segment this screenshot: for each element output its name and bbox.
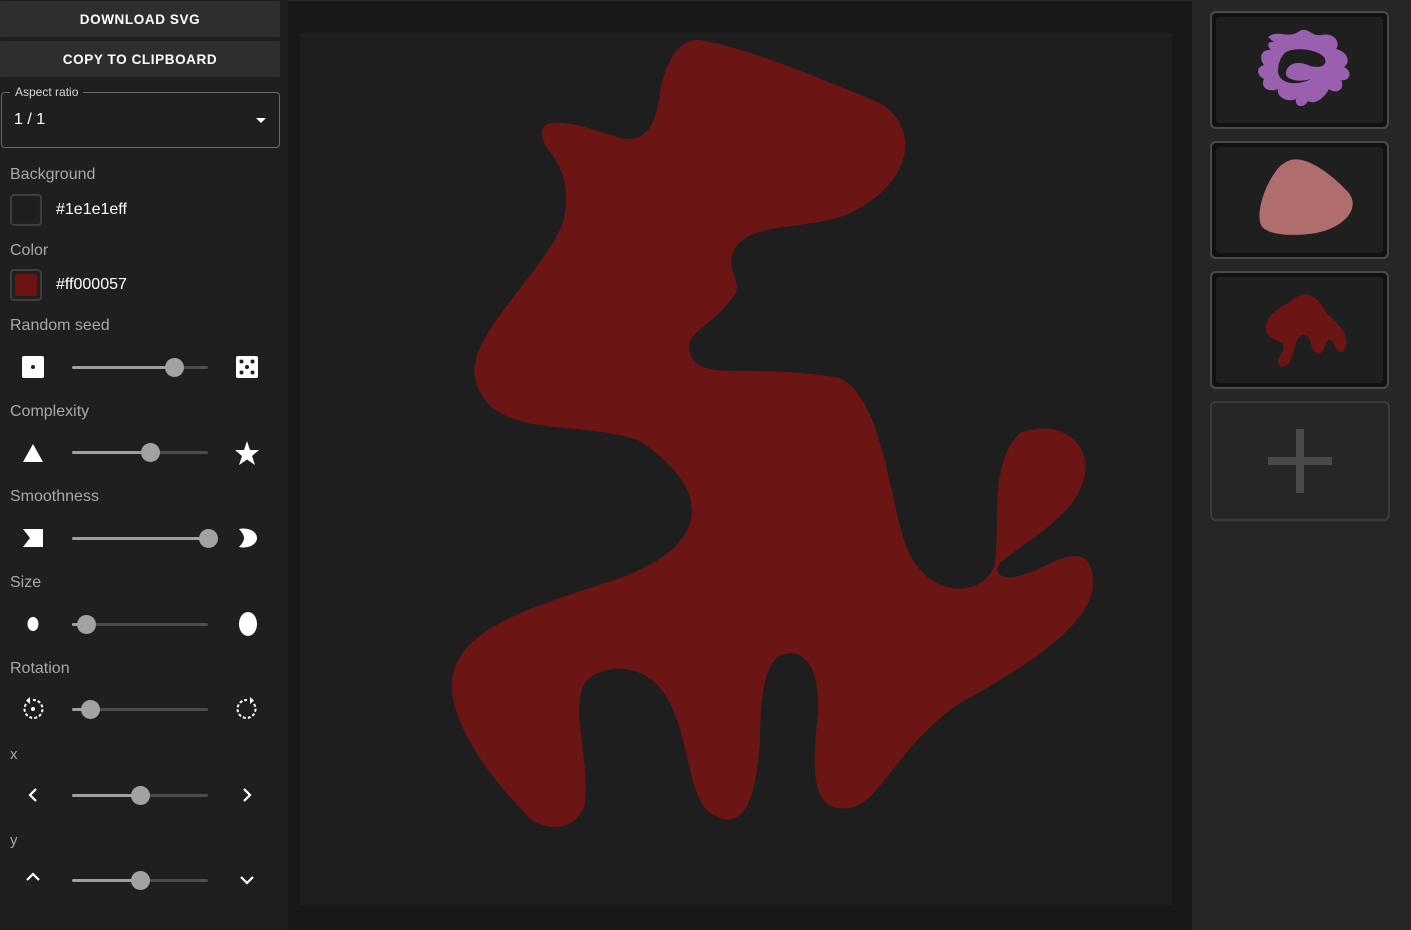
rotate-left-icon[interactable] — [20, 696, 46, 722]
rotation-slider[interactable] — [72, 700, 208, 720]
saved-blob-purple-preview — [1258, 29, 1350, 107]
small-blob-icon[interactable] — [20, 611, 46, 637]
complexity-slider[interactable] — [72, 443, 208, 463]
y-label: y — [10, 832, 18, 849]
dropdown-caret-icon — [256, 118, 266, 123]
blob-color-swatch[interactable] — [10, 269, 42, 301]
smoothness-label: Smoothness — [10, 488, 99, 505]
saved-blob-red-preview — [1265, 294, 1347, 367]
settings-panel: DOWNLOAD SVG COPY TO CLIPBOARD Aspect ra… — [0, 0, 288, 930]
blob-color-value[interactable]: #ff000057 — [56, 276, 127, 294]
blob-svg — [451, 40, 1094, 827]
chevron-left-icon[interactable] — [20, 782, 46, 808]
saved-blob-card-pink[interactable] — [1210, 141, 1389, 259]
random-seed-label: Random seed — [10, 317, 110, 334]
copy-to-clipboard-button[interactable]: COPY TO CLIPBOARD — [0, 41, 280, 77]
background-color-value[interactable]: #1e1e1eff — [56, 201, 127, 219]
rotate-right-icon[interactable] — [234, 696, 260, 722]
aspect-ratio-select[interactable]: Aspect ratio 1 / 1 — [1, 85, 280, 148]
size-label: Size — [10, 574, 42, 591]
saved-blob-card-purple[interactable] — [1210, 11, 1389, 129]
rotation-label: Rotation — [10, 660, 70, 677]
download-svg-button[interactable]: DOWNLOAD SVG — [0, 1, 280, 37]
plus-icon — [1268, 429, 1332, 493]
complexity-label: Complexity — [10, 403, 90, 420]
large-blob-icon[interactable] — [234, 611, 260, 637]
blob-shape — [451, 40, 1094, 827]
x-label: x — [10, 746, 18, 763]
aspect-ratio-value: 1 / 1 — [14, 111, 46, 128]
background-color-swatch[interactable] — [10, 194, 42, 226]
y-slider[interactable] — [72, 871, 208, 891]
jagged-shape-icon[interactable] — [20, 525, 46, 551]
smoothness-slider[interactable] — [72, 529, 218, 549]
chevron-up-icon[interactable] — [20, 864, 46, 890]
star-icon[interactable] — [234, 440, 260, 466]
x-slider[interactable] — [72, 786, 208, 806]
background-swatch-fill — [15, 199, 37, 221]
blob-canvas[interactable] — [300, 33, 1172, 905]
color-label: Color — [10, 242, 49, 259]
smooth-shape-icon[interactable] — [234, 525, 260, 551]
blob-color-swatch-fill — [15, 274, 37, 296]
triangle-icon[interactable] — [20, 440, 46, 466]
aspect-ratio-label: Aspect ratio — [10, 85, 84, 99]
chevron-down-icon[interactable] — [234, 867, 260, 893]
chevron-right-icon[interactable] — [234, 782, 260, 808]
die-five-icon[interactable] — [234, 354, 260, 380]
die-one-icon[interactable] — [20, 354, 46, 380]
background-label: Background — [10, 166, 96, 183]
size-slider[interactable] — [72, 615, 208, 635]
random-seed-slider[interactable] — [72, 358, 208, 378]
saved-blob-pink-preview — [1259, 159, 1353, 235]
saved-blob-card-red[interactable] — [1210, 271, 1389, 389]
add-blob-button[interactable] — [1210, 401, 1390, 521]
